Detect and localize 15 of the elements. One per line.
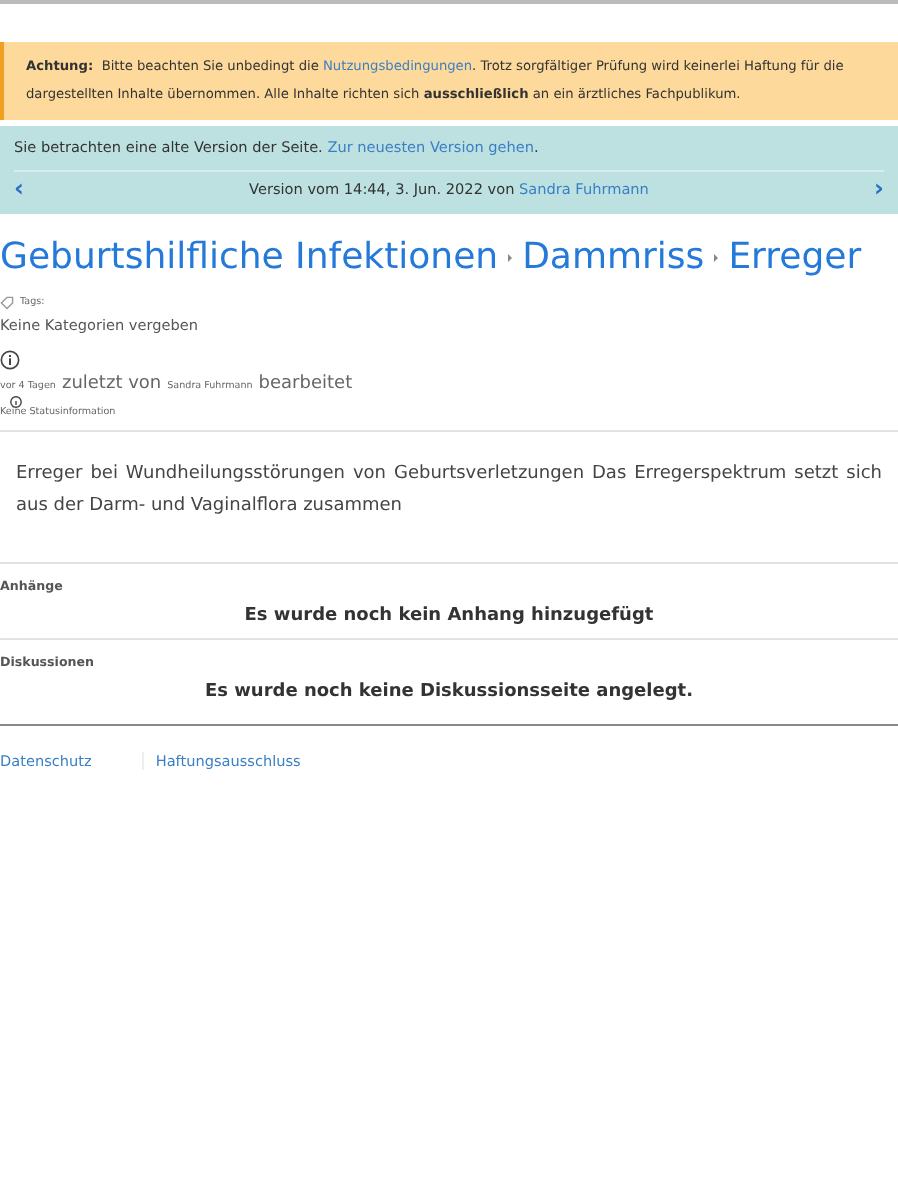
edited-by-text: zuletzt von: [61, 374, 162, 394]
info-icon: [0, 350, 20, 370]
previous-version-button[interactable]: ‹: [14, 176, 24, 200]
breadcrumb-link[interactable]: Geburtshilfliche Infektionen: [0, 236, 499, 278]
info-icon: [10, 396, 22, 408]
breadcrumb-separator-icon: [714, 253, 719, 261]
breadcrumb-separator-icon: [508, 253, 513, 261]
empty-message: Es wurde noch kein Anhang hinzugefügt: [242, 606, 656, 626]
empty-message: Es wurde noch keine Diskussionsseite angelegt.: [202, 682, 696, 702]
tag-icon: [0, 296, 14, 310]
breadcrumb-link[interactable]: Erreger: [728, 236, 862, 278]
article-text: Erreger bei Wundheilungsstörungen von Geburtsverletzungen Das Erregerspektrum setzt sich aus der Darm- und Vaginalflora zusammen: [16, 462, 882, 520]
breadcrumb-link[interactable]: Dammriss: [522, 236, 705, 278]
next-version-button[interactable]: ›: [874, 176, 884, 200]
edited-text: bearbeitet: [258, 374, 353, 394]
